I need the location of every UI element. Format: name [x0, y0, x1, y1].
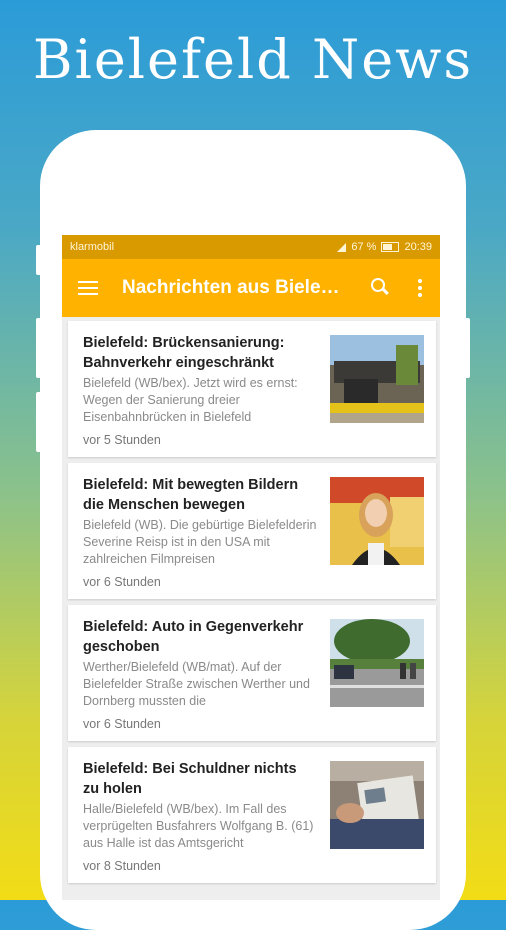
article-card[interactable]: Bielefeld: Mit bewegten Bildern die Mens…	[68, 463, 436, 599]
article-card[interactable]: Bielefeld: Auto in Gegenverkehr geschobe…	[68, 605, 436, 741]
news-feed[interactable]: Bielefeld: Brückensanierung: Bahnverkehr…	[62, 317, 440, 900]
promo-title: Bielefeld News	[32, 28, 474, 91]
article-title: Bielefeld: Brückensanierung: Bahnverkehr…	[83, 335, 285, 371]
search-icon[interactable]	[370, 277, 392, 299]
article-time: vor 5 Stunden	[83, 433, 161, 447]
article-title: Bielefeld: Auto in Gegenverkehr geschobe…	[83, 619, 304, 655]
article-title: Bielefeld: Mit bewegten Bildern die Mens…	[83, 477, 299, 513]
article-thumbnail	[330, 335, 424, 423]
more-vert-icon[interactable]	[410, 277, 430, 299]
phone-side-button	[36, 392, 42, 452]
battery-percent: 67 %	[351, 241, 377, 253]
phone-side-button	[464, 318, 470, 378]
menu-icon[interactable]	[78, 281, 98, 295]
phone-screen: klarmobil 67 % 20:39 Nachrichten aus Bie…	[62, 235, 440, 900]
article-title: Bielefeld: Bei Schuldner nichts zu holen	[83, 761, 297, 797]
clock: 20:39	[404, 241, 432, 253]
article-excerpt: Werther/Bielefeld (WB/mat). Auf der Biel…	[83, 660, 310, 708]
signal-icon	[337, 242, 347, 252]
app-bar: Nachrichten aus Biele…	[62, 259, 440, 317]
article-excerpt: Bielefeld (WB/bex). Jetzt wird es ernst:…	[83, 376, 298, 424]
carrier-label: klarmobil	[70, 241, 115, 253]
article-time: vor 8 Stunden	[83, 859, 161, 873]
article-excerpt: Bielefeld (WB). Die gebürtige Bielefelde…	[83, 518, 317, 566]
article-excerpt: Halle/Bielefeld (WB/bex). Im Fall des ve…	[83, 802, 314, 850]
article-time: vor 6 Stunden	[83, 717, 161, 731]
phone-side-button	[36, 245, 42, 275]
status-bar: klarmobil 67 % 20:39	[62, 235, 440, 259]
article-thumbnail	[330, 619, 424, 707]
article-thumbnail	[330, 761, 424, 849]
article-card[interactable]: Bielefeld: Bei Schuldner nichts zu holen…	[68, 747, 436, 883]
article-card[interactable]: Bielefeld: Brückensanierung: Bahnverkehr…	[68, 321, 436, 457]
app-title: Nachrichten aus Biele…	[122, 277, 340, 298]
article-time: vor 6 Stunden	[83, 575, 161, 589]
phone-side-button	[36, 318, 42, 378]
article-thumbnail	[330, 477, 424, 565]
battery-icon	[381, 242, 400, 252]
